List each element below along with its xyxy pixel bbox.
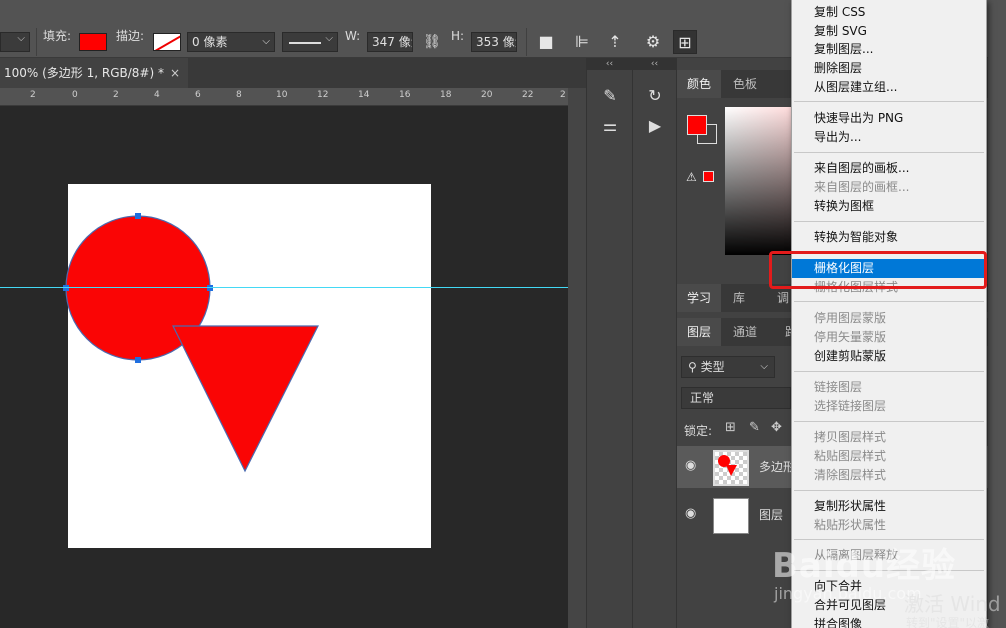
menu-separator	[794, 490, 984, 491]
context-menu-item: 停用图层蒙版	[814, 311, 887, 325]
lock-move-icon[interactable]: ✥	[771, 420, 782, 435]
brush-settings-icon[interactable]: ✎	[596, 84, 624, 108]
gamut-warning-swatch[interactable]	[703, 171, 714, 182]
anchor-point[interactable]	[63, 285, 69, 291]
collapse-toggle[interactable]: ‹‹	[633, 58, 676, 70]
context-menu-item[interactable]: 从图层建立组...	[792, 78, 986, 97]
tab-learn[interactable]: 学习	[677, 284, 722, 312]
warning-icon[interactable]: ⚠	[686, 170, 697, 184]
context-menu-item[interactable]: 转换为图框	[792, 197, 986, 216]
visibility-eye-icon[interactable]: ◉	[685, 458, 696, 473]
blend-mode-dropdown[interactable]: 正常	[681, 387, 791, 409]
context-menu-item[interactable]: 来自图层的画板...	[792, 159, 986, 178]
layer-context-menu: 复制 CSS 复制 SVG 复制图层... 删除图层 从图层建立组... 快速导出为 PN…	[791, 0, 987, 628]
context-menu-item[interactable]: 转换为智能对象	[792, 228, 986, 247]
baidu-watermark-url: jingyan.baidu.com	[774, 584, 922, 603]
tab-layers[interactable]: 图层	[677, 318, 722, 346]
context-menu-item[interactable]: 复制图层...	[792, 40, 986, 59]
chevron-down-icon: ⌵	[760, 361, 768, 372]
menu-separator	[794, 301, 984, 302]
windows-activation-hint: 转到"设置"以激	[906, 616, 990, 628]
layer-filter-dropdown[interactable]: ⚲ 类型 ⌵	[681, 356, 775, 378]
gear-icon[interactable]: ⚙	[641, 30, 665, 54]
menu-separator	[794, 221, 984, 222]
context-menu-item: 粘贴图层样式	[814, 449, 887, 463]
baidu-watermark: Baidu经验	[772, 546, 957, 586]
vertical-scrollbar[interactable]	[568, 88, 586, 628]
anchor-point[interactable]	[135, 357, 141, 363]
menu-separator	[794, 152, 984, 153]
context-menu-item: 清除图层样式	[814, 468, 887, 482]
color-picker-field[interactable]	[725, 107, 795, 255]
menu-separator	[794, 371, 984, 372]
menu-separator	[794, 421, 984, 422]
tab-swatches[interactable]: 色板	[723, 70, 767, 98]
context-menu-item[interactable]: 复制 SVG	[792, 22, 986, 41]
collapsed-panel-column: ‹‹ ↻ ▶	[632, 58, 676, 628]
windows-activation-text: 激活 Wind	[904, 592, 1001, 616]
anchor-point[interactable]	[135, 213, 141, 219]
brush-presets-icon[interactable]: ⚌	[596, 114, 624, 138]
context-menu-item: 选择链接图层	[814, 399, 887, 413]
layer-name: 图层	[759, 508, 784, 522]
context-menu-item: 粘贴形状属性	[814, 518, 887, 532]
context-menu-item[interactable]: 导出为...	[792, 128, 986, 147]
lock-transparent-icon[interactable]: ⊞	[725, 420, 736, 435]
tab-color[interactable]: 颜色	[677, 70, 722, 98]
visibility-eye-icon[interactable]: ◉	[685, 506, 696, 521]
lock-label: 锁定:	[684, 424, 713, 438]
context-menu-item[interactable]: 复制形状属性	[792, 497, 986, 516]
tab-channels[interactable]: 通道	[723, 318, 767, 346]
collapsed-panel-column: ‹‹ ✎ ⚌	[586, 58, 632, 628]
foreground-color-swatch[interactable]	[687, 115, 707, 135]
context-menu-item[interactable]: 删除图层	[792, 59, 986, 78]
layer-name: 多边形	[759, 460, 796, 474]
lock-brush-icon[interactable]: ✎	[749, 420, 760, 435]
shape-layer	[63, 213, 319, 473]
triangle-shape[interactable]	[172, 325, 319, 473]
align-edges-icon[interactable]: ⊞	[673, 30, 697, 54]
menu-separator	[794, 101, 984, 102]
context-menu-item: 来自图层的画框...	[814, 180, 910, 194]
actions-play-icon[interactable]: ▶	[641, 114, 669, 138]
layer-thumbnail	[713, 498, 749, 534]
right-toolbar-strip	[988, 6, 1006, 628]
tab-libraries[interactable]: 库	[723, 284, 755, 312]
highlight-annotation-box	[769, 251, 987, 289]
path-alignment-icon[interactable]: ⊫	[570, 30, 594, 54]
context-menu-item[interactable]: 复制 CSS	[792, 3, 986, 22]
path-arrangement-icon[interactable]: ⇡	[603, 30, 627, 54]
horizontal-guide[interactable]	[0, 287, 568, 288]
anchor-point[interactable]	[207, 285, 213, 291]
history-icon[interactable]: ↻	[641, 84, 669, 108]
context-menu-item: 链接图层	[814, 380, 863, 394]
layer-thumbnail	[713, 450, 749, 486]
collapse-toggle[interactable]: ‹‹	[587, 58, 632, 70]
search-icon: ⚲	[688, 360, 697, 374]
shape-thumbnail-icon	[718, 455, 737, 476]
context-menu-item[interactable]: 快速导出为 PNG	[792, 109, 986, 128]
context-menu-item[interactable]: 创建剪贴蒙版	[792, 347, 986, 366]
layer-filter-label: 类型	[700, 360, 725, 374]
context-menu-item: 拷贝图层样式	[814, 430, 887, 444]
context-menu-item: 停用矢量蒙版	[814, 330, 887, 344]
